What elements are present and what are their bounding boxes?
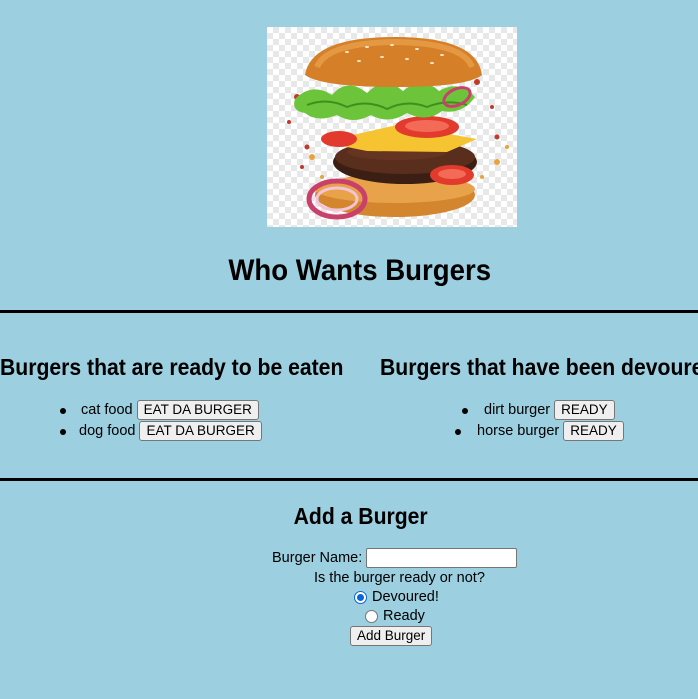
list-item: dog food EAT DA BURGER (60, 421, 262, 442)
list-item: dirt burger READY (455, 400, 624, 421)
burger-name: cat food (81, 402, 133, 418)
burger-name: dog food (79, 423, 136, 439)
ready-radio[interactable] (365, 609, 378, 623)
bottom-divider (0, 478, 698, 481)
burger-name-label: Burger Name: (272, 549, 363, 566)
eat-burger-button[interactable]: EAT DA BURGER (136, 400, 259, 421)
ready-button[interactable]: READY (554, 400, 615, 421)
burger-image (267, 27, 517, 227)
burger-name: horse burger (477, 423, 560, 439)
add-burger-title: Add a Burger (293, 503, 428, 529)
ready-option[interactable]: Ready (365, 608, 425, 624)
list-item: cat food EAT DA BURGER (60, 400, 262, 421)
ready-option-label: Ready (383, 608, 425, 624)
devoured-section-title: Burgers that have been devoured (380, 354, 698, 380)
devoured-radio[interactable] (354, 590, 367, 604)
bullet-icon (60, 429, 66, 435)
devoured-burger-list: dirt burger READY horse burger READY (455, 400, 624, 442)
page-title: Who Wants Burgers (228, 254, 492, 287)
devoured-option[interactable]: Devoured! (354, 589, 439, 605)
list-item: horse burger READY (455, 421, 624, 442)
add-burger-button[interactable]: Add Burger (350, 626, 433, 646)
devoured-option-label: Devoured! (372, 589, 439, 605)
burger-name-input[interactable] (366, 548, 518, 568)
burger-name: dirt burger (484, 402, 551, 418)
bullet-icon (455, 429, 461, 435)
submit-row: Add Burger (350, 626, 433, 646)
burger-name-row: Burger Name: (272, 548, 518, 568)
bullet-icon (462, 408, 468, 414)
top-divider (0, 310, 698, 313)
ready-section-title: Burgers that are ready to be eaten (0, 354, 344, 380)
bullet-icon (60, 408, 66, 414)
ready-burger-list: cat food EAT DA BURGER dog food EAT DA B… (60, 400, 262, 442)
ready-button[interactable]: READY (563, 421, 624, 442)
eat-burger-button[interactable]: EAT DA BURGER (139, 421, 262, 442)
ready-question: Is the burger ready or not? (314, 570, 485, 586)
